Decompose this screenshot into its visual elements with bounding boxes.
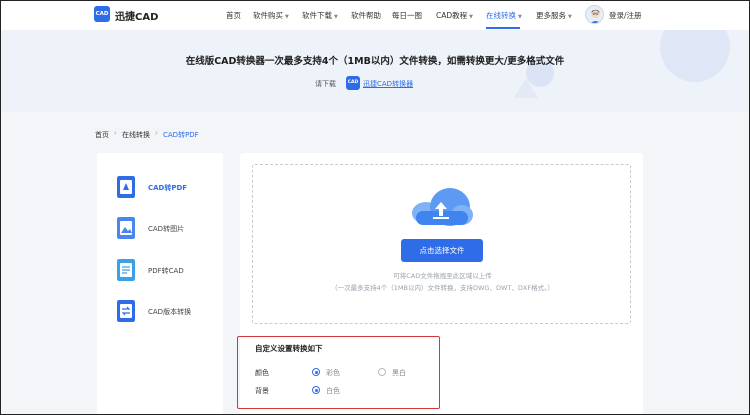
decorative-triangle-icon (514, 78, 538, 98)
select-file-button[interactable]: 点击选择文件 (401, 239, 483, 262)
logo-icon[interactable]: CAD (94, 6, 110, 22)
cad-to-pdf-icon (117, 176, 135, 198)
promo-banner: 在线版CAD转换器一次最多支持4个（1MB以内）文件转换，如需转换更大/更多格式… (0, 30, 750, 112)
breadcrumb-home[interactable]: 首页 (95, 130, 109, 140)
cloud-upload-icon (412, 188, 473, 226)
highlight-annotation-box (237, 336, 440, 409)
nav-item-help[interactable]: 软件帮助 (351, 10, 381, 21)
nav-item-online-convert[interactable]: 在线转换 ▼ (486, 10, 522, 21)
pdf-to-cad-icon (117, 259, 135, 281)
download-converter-link[interactable]: 迅捷CAD转换器 (363, 79, 413, 89)
chevron-right-icon: › (155, 129, 158, 137)
nav-item-cad-tutorial[interactable]: CAD教程 ▼ (436, 10, 473, 21)
sidebar-item-pdf-to-cad[interactable]: PDF转CAD (97, 259, 223, 299)
upload-hint: 可将CAD文件拖拽至此区域以上传 (393, 272, 492, 280)
sidebar-item-label: CAD转PDF (148, 184, 188, 192)
avatar[interactable] (585, 5, 604, 24)
sidebar-item-label: CAD版本转换 (148, 308, 192, 316)
top-navbar: CAD 迅捷CAD 首页 软件购买 ▼ 软件下载 ▼ 软件帮助 每日一图 CAD教程… (0, 0, 750, 30)
nav-item-daily-image[interactable]: 每日一图 (392, 10, 422, 21)
banner-title: 在线版CAD转换器一次最多支持4个（1MB以内）文件转换，如需转换更大/更多格式… (185, 56, 565, 67)
chevron-down-icon: ▼ (285, 14, 289, 20)
breadcrumb-online-convert[interactable]: 在线转换 (122, 130, 150, 140)
converter-sidebar: CAD转PDF CAD转图片 PDF转CAD CAD版本转换 (97, 153, 223, 415)
nav-item-download[interactable]: 软件下载 ▼ (302, 10, 338, 21)
login-register-link[interactable]: 登录/注册 (609, 10, 642, 21)
sidebar-item-cad-version-convert[interactable]: CAD版本转换 (97, 300, 223, 340)
active-nav-indicator (486, 27, 520, 29)
cad-app-icon[interactable]: CAD (346, 76, 360, 90)
chevron-down-icon: ▼ (469, 14, 474, 20)
cad-to-image-icon (117, 217, 135, 239)
nav-item-home[interactable]: 首页 (226, 10, 241, 21)
sidebar-item-label: CAD转图片 (148, 225, 185, 233)
sidebar-item-cad-to-pdf[interactable]: CAD转PDF (97, 176, 223, 216)
logo-text[interactable]: 迅捷CAD (115, 8, 158, 23)
download-label: 请下载 (315, 80, 336, 88)
file-drop-zone[interactable]: 点击选择文件 可将CAD文件拖拽至此区域以上传 （一次最多支持4个（1MB以内）… (252, 164, 631, 324)
nav-item-purchase[interactable]: 软件购买 ▼ (253, 10, 289, 21)
breadcrumb-current: CAD转PDF (163, 131, 199, 139)
user-avatar-icon (590, 9, 601, 23)
nav-item-more-services[interactable]: 更多服务 ▼ (536, 10, 572, 21)
chevron-down-icon: ▼ (518, 14, 522, 20)
chevron-down-icon: ▼ (334, 14, 338, 20)
chevron-down-icon: ▼ (568, 14, 572, 20)
chevron-right-icon: › (114, 129, 117, 137)
sidebar-item-cad-to-image[interactable]: CAD转图片 (97, 217, 223, 257)
upload-format-hint: （一次最多支持4个（1MB以内）文件转换，支持DWG、DWT、DXF格式。） (331, 284, 554, 292)
cad-version-convert-icon (117, 300, 135, 322)
sidebar-item-label: PDF转CAD (148, 267, 184, 275)
